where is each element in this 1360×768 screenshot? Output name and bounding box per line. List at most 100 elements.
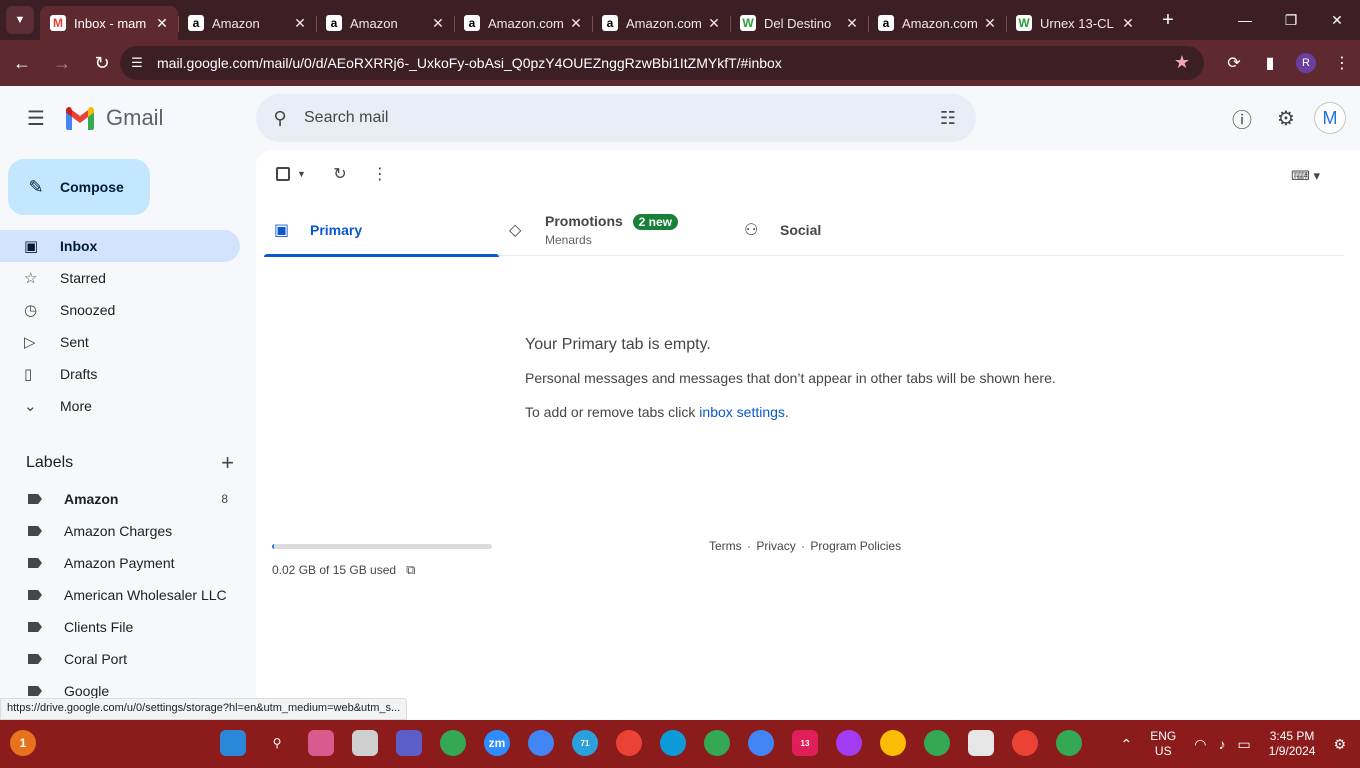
help-icon[interactable]: ⓘ [1220,98,1264,138]
bookmark-star-icon[interactable]: ★ [1174,52,1190,73]
battery-icon[interactable]: ▭ [1237,736,1250,753]
tab-social[interactable]: ⚇ Social [734,204,969,256]
tab-promotions[interactable]: ◇ Promotions 2 new Menards [499,204,734,256]
tab-title: Amazon.com [488,15,564,31]
close-tab-icon[interactable]: ✕ [982,15,998,32]
browser-tab[interactable]: W Del Destino ✕ [730,6,868,40]
refresh-icon[interactable]: ↻ [320,164,360,184]
privacy-link[interactable]: Privacy [756,539,795,553]
sidebar-item-more[interactable]: ⌄ More [0,390,240,422]
sidebar-item-inbox[interactable]: ▣ Inbox [0,230,240,262]
sidebar-item-drafts[interactable]: ▯ Drafts [0,358,240,390]
settings-gear-icon[interactable]: ⚙ [1264,98,1308,138]
terms-link[interactable]: Terms [709,539,742,553]
close-tab-icon[interactable]: ✕ [706,15,722,32]
url-text[interactable]: mail.google.com/mail/u/0/d/AEoRXRRj6-_Ux… [157,55,782,71]
main-menu-icon[interactable]: ☰ [16,102,56,134]
search-bar[interactable]: ⚲ ☷ [256,94,976,142]
close-tab-icon[interactable]: ✕ [1120,15,1136,32]
browser-tab[interactable]: a Amazon.com ✕ [592,6,730,40]
chevron-up-icon[interactable]: ⌃ [1121,736,1133,753]
sidebar-item-starred[interactable]: ☆ Starred [0,262,240,294]
chrome-icon[interactable] [924,730,950,756]
more-options-icon[interactable]: ⋮ [360,164,400,184]
reload-icon[interactable]: ↻ [84,45,120,81]
input-tools-icon[interactable]: ⌨ ▾ [1291,168,1320,184]
sidebar-item-snoozed[interactable]: ◷ Snoozed [0,294,240,326]
volume-icon[interactable]: ♪ [1218,736,1225,752]
label-item[interactable]: Clients File [0,611,240,643]
chrome-icon[interactable] [616,730,642,756]
chrome-icon[interactable] [528,730,554,756]
video-call-icon[interactable] [396,730,422,756]
search-icon[interactable]: ⚲ [256,108,304,129]
task-view-icon[interactable] [352,730,378,756]
select-dropdown-icon[interactable]: ▼ [297,169,306,179]
profile-avatar[interactable]: R [1296,53,1316,73]
browser-tab[interactable]: a Amazon ✕ [178,6,316,40]
chevron-down-icon: ⌄ [24,398,37,415]
wifi-icon[interactable]: ◠ [1194,736,1206,753]
browser-tab[interactable]: a Amazon.com ✕ [454,6,592,40]
label-item[interactable]: Amazon 8 [0,483,240,515]
close-tab-icon[interactable]: ✕ [568,15,584,32]
close-window-icon[interactable]: ✕ [1314,0,1360,40]
program-policies-link[interactable]: Program Policies [810,539,901,553]
notifications-icon[interactable]: ⚙ [1333,736,1346,753]
search-icon[interactable]: ⚲ [264,730,290,756]
inbox-settings-link[interactable]: inbox settings [699,404,785,420]
notification-app-icon[interactable]: 1 [10,730,36,756]
address-bar[interactable]: ☰ mail.google.com/mail/u/0/d/AEoRXRRj6-_… [120,46,1204,80]
side-panel-icon[interactable]: ▮ [1252,53,1288,73]
browser-tab[interactable]: M Inbox - mam ✕ [40,6,178,40]
tab-title: Urnex 13-CL [1040,15,1114,31]
browser-menu-icon[interactable]: ⋮ [1324,53,1360,73]
windows-start-icon[interactable] [220,730,246,756]
external-link-icon[interactable]: ⧉ [406,562,415,578]
clock[interactable]: 3:45 PM 1/9/2024 [1269,729,1316,759]
search-input[interactable] [304,109,920,127]
chrome-icon[interactable] [1012,730,1038,756]
back-icon[interactable]: ← [4,45,40,81]
site-info-icon[interactable]: ☰ [120,46,154,80]
label-item[interactable]: Amazon Charges [0,515,240,547]
snipping-tool-icon[interactable] [968,730,994,756]
label-item[interactable]: Amazon Payment [0,547,240,579]
forward-icon[interactable]: → [44,45,80,81]
copilot-icon[interactable] [308,730,334,756]
browser-tab[interactable]: a Amazon ✕ [316,6,454,40]
compose-button[interactable]: ✎ Compose [8,159,150,215]
minimize-icon[interactable]: — [1222,0,1268,40]
restore-icon[interactable]: ❐ [1268,0,1314,40]
chrome-icon[interactable] [1056,730,1082,756]
close-tab-icon[interactable]: ✕ [844,15,860,32]
sidebar-item-sent[interactable]: ▷ Sent [0,326,240,358]
label-item[interactable]: American Wholesaler LLC [0,579,240,611]
search-options-icon[interactable]: ☷ [920,108,976,129]
messenger-icon[interactable] [836,730,862,756]
select-all-checkbox[interactable] [276,167,290,181]
close-tab-icon[interactable]: ✕ [154,15,170,32]
close-tab-icon[interactable]: ✕ [430,15,446,32]
slack-icon[interactable]: 13 [792,730,818,756]
chrome-icon[interactable] [880,730,906,756]
language-indicator[interactable]: ENG US [1150,729,1176,759]
extension-icon[interactable]: ⟳ [1216,53,1252,73]
label-item[interactable]: Coral Port [0,643,240,675]
edge-icon[interactable] [660,730,686,756]
tab-search-button[interactable]: ▼ [6,6,34,34]
zoom-icon[interactable]: zm [484,730,510,756]
chrome-icon[interactable] [704,730,730,756]
label-name: American Wholesaler LLC [64,587,227,603]
account-avatar[interactable]: M [1314,102,1346,134]
gmail-logo[interactable]: Gmail [64,105,163,131]
tab-primary[interactable]: ▣ Primary [264,204,499,257]
telegram-icon[interactable]: 71 [572,730,598,756]
new-tab-button[interactable]: + [1154,9,1182,32]
chrome-icon[interactable] [748,730,774,756]
chrome-icon[interactable] [440,730,466,756]
browser-tab[interactable]: W Urnex 13-CL ✕ [1006,6,1144,40]
add-label-icon[interactable]: + [221,450,234,476]
close-tab-icon[interactable]: ✕ [292,15,308,32]
browser-tab[interactable]: a Amazon.com ✕ [868,6,1006,40]
